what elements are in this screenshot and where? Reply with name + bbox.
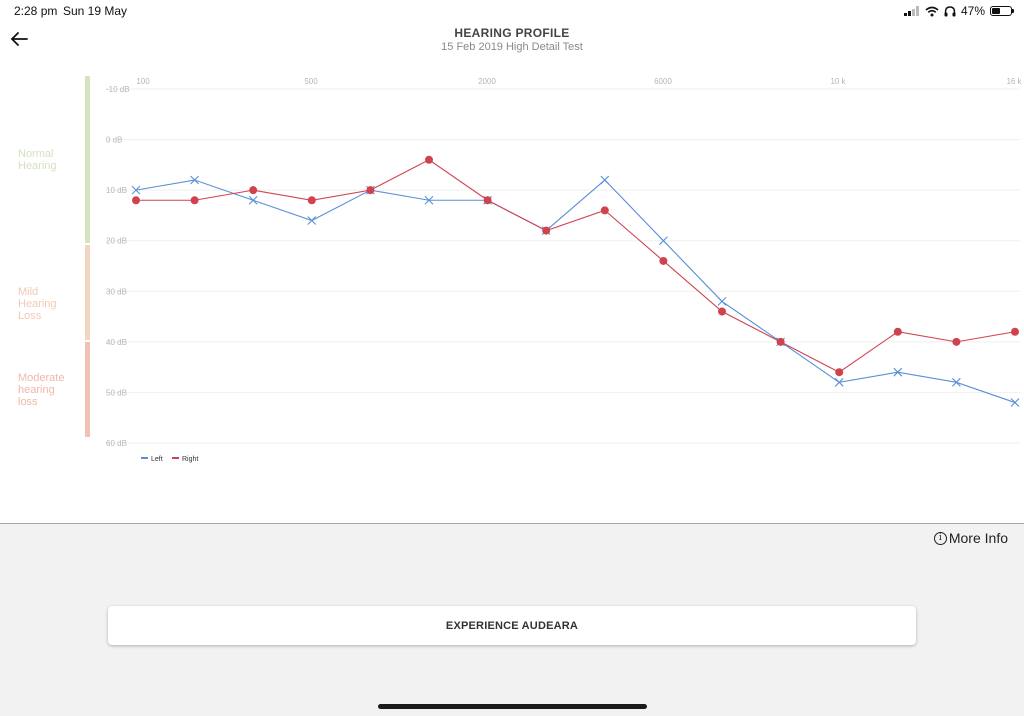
home-indicator[interactable] [378, 704, 647, 709]
data-point-right [1011, 327, 1019, 336]
y-tick-label: 40 dB [106, 338, 127, 347]
y-tick-label: 60 dB [106, 439, 127, 448]
more-info-label: More Info [948, 530, 1008, 546]
info-circle-icon: i [933, 531, 947, 545]
data-point-right [600, 206, 609, 215]
data-point-right [542, 226, 551, 235]
data-point-right [190, 196, 199, 205]
data-point-left [248, 195, 258, 205]
data-point-right [835, 368, 844, 377]
x-tick-label: 6000 [654, 77, 672, 86]
data-point-right [776, 337, 785, 346]
data-point-right [718, 307, 726, 316]
x-tick-label: 2000 [478, 77, 496, 86]
data-point-right [132, 196, 140, 205]
x-tick-label: 16 k [1006, 77, 1022, 86]
data-point-right [952, 337, 961, 346]
y-tick-label: 0 dB [106, 136, 122, 145]
x-tick-label: 500 [304, 77, 318, 86]
legend-label-right: Right [182, 456, 198, 463]
data-point-right [366, 186, 375, 195]
data-point-right [249, 186, 258, 195]
x-tick-label: 10 k [830, 77, 846, 86]
data-point-right [425, 155, 433, 164]
data-point-right [307, 196, 316, 205]
y-tick-label: 30 dB [106, 287, 127, 296]
data-point-right [893, 327, 902, 336]
x-tick-label: 100 [136, 77, 150, 86]
data-point-left [1010, 398, 1020, 407]
data-point-left [717, 297, 727, 306]
hearing-chart: -10 dB 0 dB 10 dB 20 dB 30 dB 40 dB 50 dB 60 dB… [106, 77, 1023, 463]
y-tick-label: 10 dB [106, 186, 127, 195]
data-point-right [483, 196, 492, 205]
data-point-left [600, 175, 610, 185]
data-point-right [659, 256, 668, 265]
y-tick-label: 20 dB [106, 237, 127, 246]
series-line-right [136, 159, 1016, 373]
y-tick-label: 50 dB [106, 388, 127, 397]
legend-label-left: Left [151, 456, 163, 463]
more-info-button[interactable]: i More Info [933, 530, 1008, 546]
experience-audeara-button[interactable]: EXPERIENCE AUDEARA [108, 606, 916, 645]
y-tick-label: -10 dB [106, 85, 130, 94]
data-point-left [307, 216, 317, 225]
